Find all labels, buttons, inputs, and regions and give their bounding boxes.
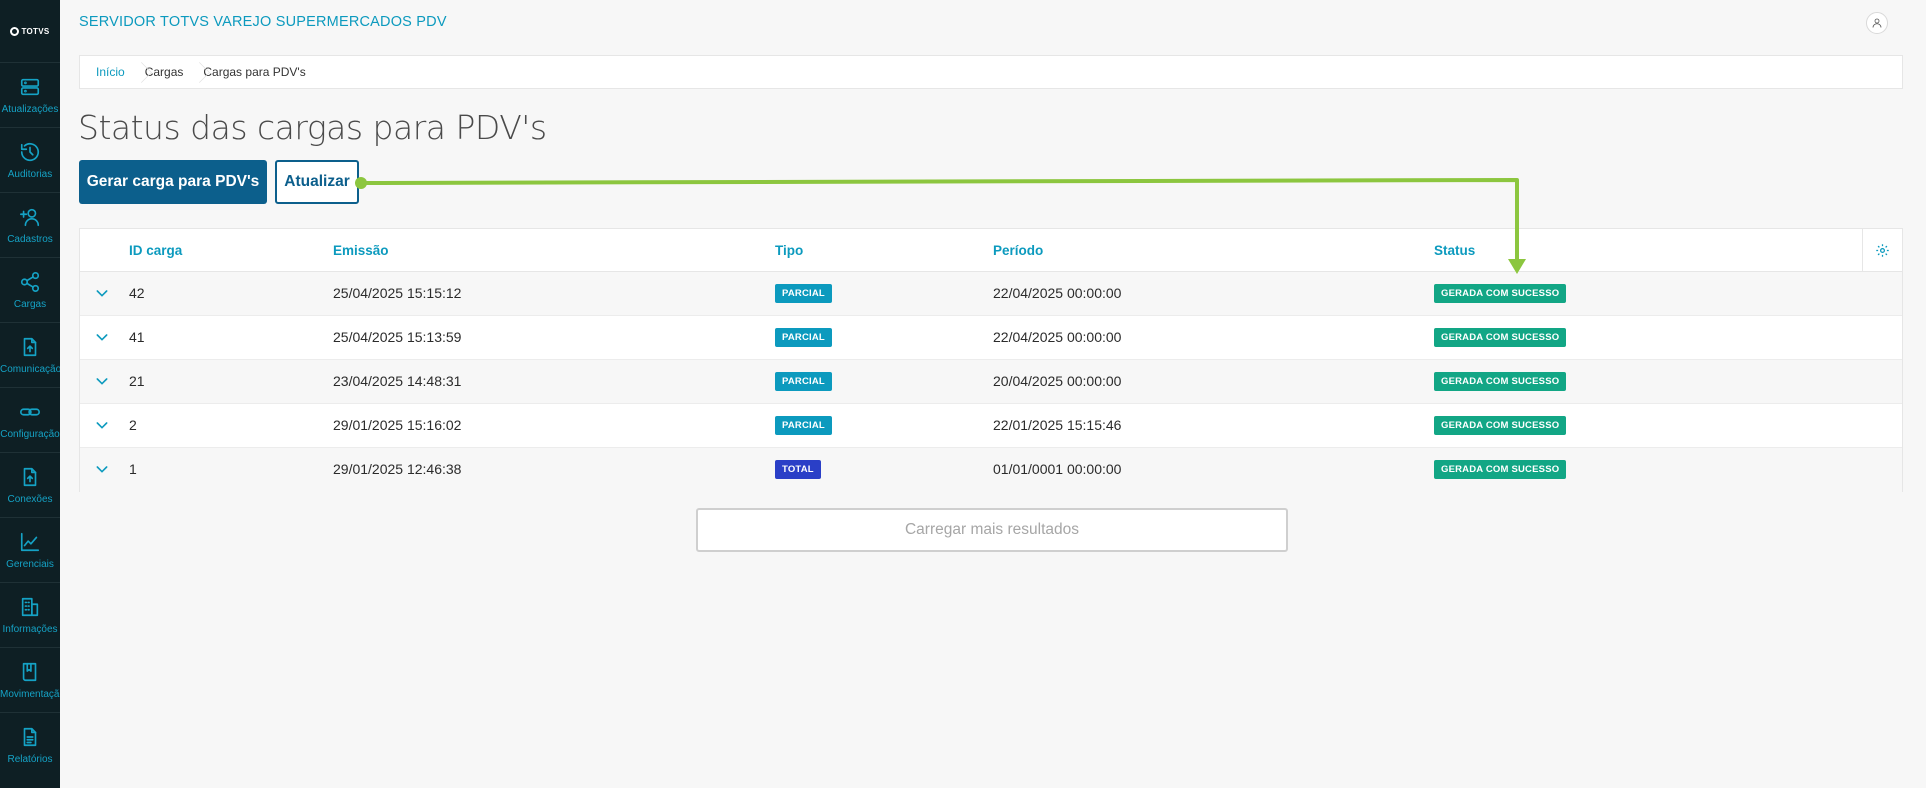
sidebar-item-label: Cadastros (7, 233, 53, 245)
sidebar-item-informacoes[interactable]: Informações (0, 582, 60, 647)
expand-row-button[interactable] (94, 285, 110, 301)
user-profile-button[interactable] (1866, 12, 1888, 34)
cell-emissao: 29/01/2025 15:16:02 (333, 417, 462, 433)
link-icon (20, 407, 40, 416)
app-title: SERVIDOR TOTVS VAREJO SUPERMERCADOS PDV (79, 14, 447, 30)
breadcrumb-item-cargas[interactable]: Cargas (137, 56, 196, 88)
share-icon (20, 271, 40, 292)
sidebar-item-label: Configuração (0, 428, 60, 440)
cell-emissao: 23/04/2025 14:48:31 (333, 373, 462, 389)
page-title: Status das cargas para PDV's (78, 108, 547, 147)
chevron-down-icon (96, 334, 108, 341)
column-header-emissao[interactable]: Emissão (333, 243, 389, 258)
status-badge: GERADA COM SUCESSO (1434, 416, 1567, 435)
cell-periodo: 20/04/2025 00:00:00 (993, 373, 1122, 389)
table-row: 41 25/04/2025 15:13:59 PARCIAL 22/04/202… (80, 316, 1902, 360)
table-body: 42 25/04/2025 15:15:12 PARCIAL 22/04/202… (80, 272, 1902, 492)
sidebar: TOTVS Atualizações Auditorias Cadastros … (0, 0, 60, 788)
column-header-status[interactable]: Status (1434, 243, 1475, 258)
tipo-badge: PARCIAL (775, 284, 832, 303)
sidebar-item-atualizacoes[interactable]: Atualizações (0, 62, 60, 127)
expand-row-button[interactable] (94, 461, 110, 477)
document-icon (23, 727, 37, 746)
book-icon (22, 662, 37, 681)
expand-row-button[interactable] (94, 329, 110, 345)
cell-periodo: 22/04/2025 00:00:00 (993, 285, 1122, 301)
chevron-down-icon (96, 466, 108, 473)
sidebar-item-label: Relatórios (7, 753, 53, 765)
sidebar-item-auditorias[interactable]: Auditorias (0, 127, 60, 192)
chevron-down-icon (96, 290, 108, 297)
cell-emissao: 29/01/2025 12:46:38 (333, 461, 462, 477)
sidebar-item-gerenciais[interactable]: Gerenciais (0, 517, 60, 582)
sidebar-item-label: Conexões (7, 493, 53, 505)
refresh-button[interactable]: Atualizar (275, 160, 359, 204)
cell-periodo: 22/04/2025 00:00:00 (993, 329, 1122, 345)
sidebar-item-label: Movimentação (0, 688, 60, 700)
tipo-badge: PARCIAL (775, 372, 832, 391)
column-header-id[interactable]: ID carga (129, 243, 182, 258)
loads-table: ID carga Emissão Tipo Período Status 42 … (79, 228, 1903, 492)
totvs-logo[interactable]: TOTVS (0, 0, 60, 62)
load-more-button[interactable]: Carregar mais resultados (696, 508, 1288, 552)
status-badge: GERADA COM SUCESSO (1434, 372, 1567, 391)
server-icon (20, 78, 40, 95)
sidebar-item-comunicacao[interactable]: Comunicação (0, 322, 60, 387)
history-icon (20, 142, 40, 161)
status-badge: GERADA COM SUCESSO (1434, 284, 1567, 303)
user-icon (1872, 18, 1882, 28)
table-row: 21 23/04/2025 14:48:31 PARCIAL 20/04/202… (80, 360, 1902, 404)
table-header: ID carga Emissão Tipo Período Status (80, 229, 1902, 272)
expand-row-button[interactable] (94, 417, 110, 433)
gear-icon (1876, 243, 1889, 257)
logo-ring-icon (10, 26, 20, 36)
expand-row-button[interactable] (94, 373, 110, 389)
column-header-periodo[interactable]: Período (993, 243, 1043, 258)
sidebar-item-cargas[interactable]: Cargas (0, 257, 60, 322)
chevron-down-icon (96, 422, 108, 429)
tipo-badge: PARCIAL (775, 416, 832, 435)
cell-emissao: 25/04/2025 15:15:12 (333, 285, 462, 301)
sidebar-item-label: Comunicação (0, 363, 60, 375)
chevron-down-icon (96, 378, 108, 385)
sidebar-item-cadastros[interactable]: Cadastros (0, 192, 60, 257)
sidebar-item-label: Gerenciais (6, 558, 54, 570)
status-badge: GERADA COM SUCESSO (1434, 328, 1567, 347)
chart-line-icon (20, 532, 40, 551)
status-badge: GERADA COM SUCESSO (1434, 460, 1567, 479)
file-upload-icon (23, 467, 37, 486)
sidebar-item-conexoes[interactable]: Conexões (0, 452, 60, 517)
cell-periodo: 22/01/2025 15:15:46 (993, 417, 1122, 433)
building-icon (21, 597, 39, 616)
add-user-icon (20, 208, 40, 226)
cell-id: 41 (129, 329, 145, 345)
sidebar-item-label: Informações (2, 623, 58, 635)
cell-id: 1 (129, 461, 137, 477)
table-settings-button[interactable] (1862, 229, 1902, 271)
file-upload-icon (23, 337, 37, 356)
table-row: 2 29/01/2025 15:16:02 PARCIAL 22/01/2025… (80, 404, 1902, 448)
cell-id: 21 (129, 373, 145, 389)
cell-id: 2 (129, 417, 137, 433)
sidebar-item-configuracao[interactable]: Configuração (0, 387, 60, 452)
breadcrumb-item-current: Cargas para PDV's (195, 56, 317, 88)
breadcrumb-item-inicio[interactable]: Início (88, 56, 137, 88)
logo-text: TOTVS (21, 26, 50, 36)
sidebar-item-label: Atualizações (1, 103, 59, 115)
cell-emissao: 25/04/2025 15:13:59 (333, 329, 462, 345)
table-row: 1 29/01/2025 12:46:38 TOTAL 01/01/0001 0… (80, 448, 1902, 492)
sidebar-item-label: Auditorias (7, 168, 53, 180)
cell-periodo: 01/01/0001 00:00:00 (993, 461, 1122, 477)
sidebar-item-relatorios[interactable]: Relatórios (0, 712, 60, 777)
sidebar-item-movimentacao[interactable]: Movimentação (0, 647, 60, 712)
generate-load-button[interactable]: Gerar carga para PDV's (79, 160, 267, 204)
sidebar-item-label: Cargas (13, 298, 47, 310)
breadcrumb: Início Cargas Cargas para PDV's (79, 55, 1903, 89)
table-row: 42 25/04/2025 15:15:12 PARCIAL 22/04/202… (80, 272, 1902, 316)
tipo-badge: PARCIAL (775, 328, 832, 347)
cell-id: 42 (129, 285, 145, 301)
column-header-tipo[interactable]: Tipo (775, 243, 803, 258)
tipo-badge: TOTAL (775, 460, 821, 479)
